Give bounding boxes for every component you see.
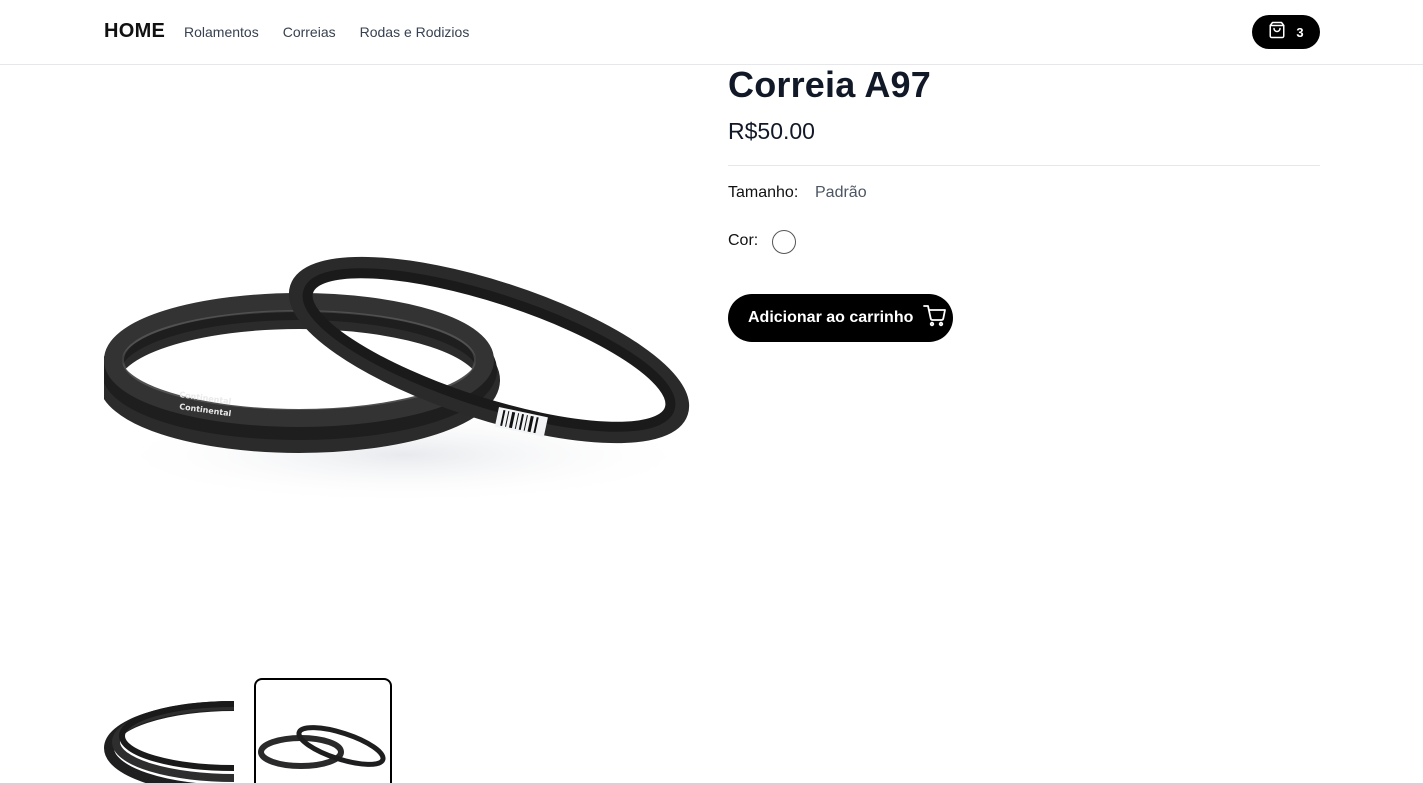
main-nav: Rolamentos Correias Rodas e Rodizios <box>184 24 469 40</box>
color-swatch-white[interactable] <box>772 230 796 254</box>
add-to-cart-button[interactable]: Adicionar ao carrinho <box>728 294 953 342</box>
product-main-image[interactable]: Continental Continental <box>98 195 704 515</box>
cart-count-badge: 3 <box>1296 24 1304 40</box>
nav-link-correias[interactable]: Correias <box>283 24 336 40</box>
site-header: HOME Rolamentos Correias Rodas e Rodizio… <box>0 0 1423 65</box>
product-price: R$50.00 <box>728 118 815 144</box>
cart-button[interactable]: 3 <box>1252 15 1320 49</box>
shopping-bag-icon <box>1268 21 1286 44</box>
size-option[interactable]: Padrão <box>815 184 867 202</box>
divider <box>728 165 1320 166</box>
home-logo[interactable]: HOME <box>104 20 165 43</box>
thumbnail-2[interactable] <box>254 678 392 785</box>
cart-icon <box>923 304 947 333</box>
add-to-cart-label: Adicionar ao carrinho <box>748 309 914 326</box>
size-label: Tamanho: <box>728 184 799 201</box>
thumbnail-1[interactable] <box>104 678 234 785</box>
nav-link-rodas-e-rodizios[interactable]: Rodas e Rodizios <box>360 24 470 40</box>
nav-link-rolamentos[interactable]: Rolamentos <box>184 24 259 40</box>
color-label: Cor: <box>728 232 759 249</box>
product-title: Correia A97 <box>728 64 931 105</box>
